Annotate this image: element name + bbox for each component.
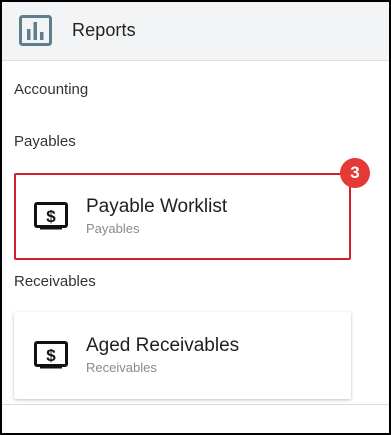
- card-title: Payable Worklist: [86, 196, 228, 217]
- reports-panel: Reports Accounting Payables $ Payable Wo…: [0, 0, 391, 435]
- group-label-receivables: Receivables: [14, 273, 96, 290]
- divider: [2, 404, 389, 405]
- dollar-document-icon: $: [34, 341, 68, 369]
- step-badge: 3: [340, 158, 370, 188]
- reports-header: Reports: [2, 2, 389, 61]
- report-card-payable-worklist[interactable]: $ Payable Worklist Payables: [14, 173, 351, 260]
- group-label-payables: Payables: [14, 133, 76, 150]
- dollar-document-icon: $: [34, 202, 68, 230]
- page-title: Reports: [72, 20, 136, 40]
- svg-text:$: $: [46, 207, 56, 226]
- group-label-accounting: Accounting: [14, 81, 89, 98]
- bar-chart-icon: [19, 15, 52, 46]
- card-subtitle: Receivables: [86, 360, 157, 375]
- svg-text:$: $: [46, 346, 56, 365]
- report-card-aged-receivables[interactable]: $ Aged Receivables Receivables: [14, 312, 351, 399]
- card-subtitle: Payables: [86, 221, 140, 236]
- card-title: Aged Receivables: [86, 335, 240, 356]
